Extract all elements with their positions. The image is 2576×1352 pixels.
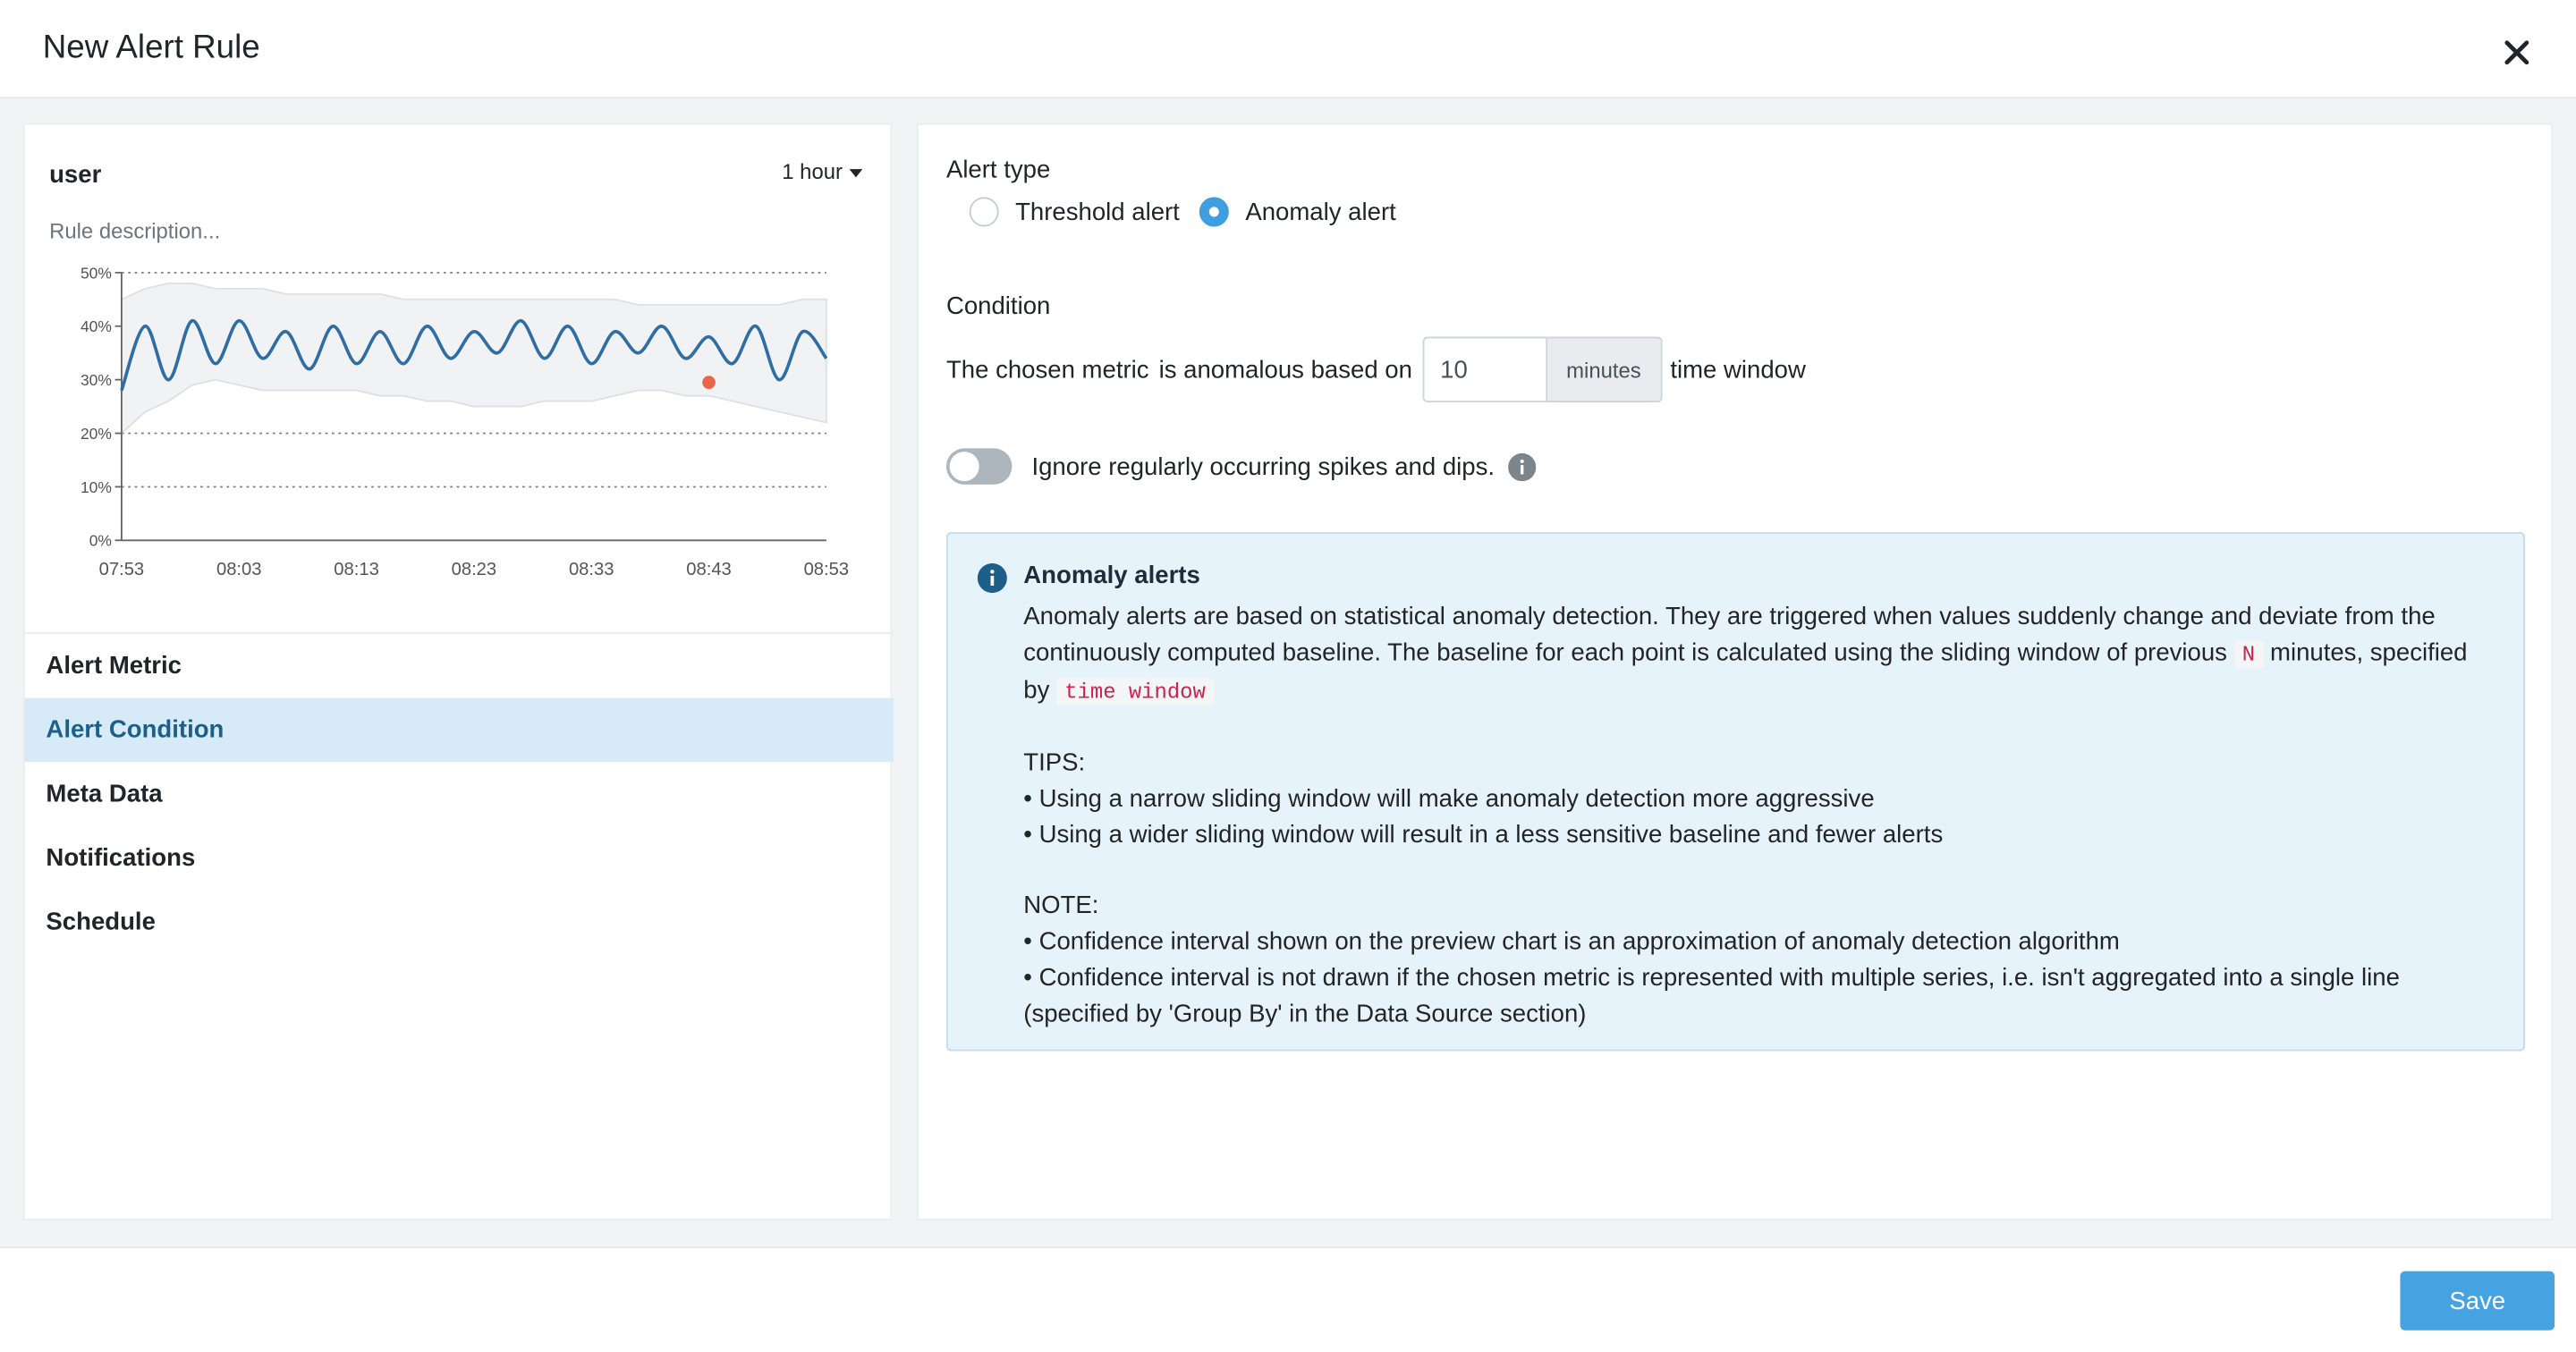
info-circle-icon (977, 562, 1007, 594)
tip-item: • Using a wider sliding window will resu… (1023, 820, 1944, 849)
time-range-label: 1 hour (782, 159, 843, 184)
time-window-unit: minutes (1546, 336, 1663, 402)
code-time-window: time window (1056, 677, 1215, 706)
threshold-alert-label[interactable]: Threshold alert (1015, 198, 1180, 225)
condition-prefix: The chosen metric (945, 355, 1149, 384)
time-window-input[interactable] (1421, 336, 1547, 402)
x-tick-label: 08:03 (216, 560, 262, 579)
ignore-spikes-toggle[interactable] (945, 448, 1013, 485)
info-text-part: Anomaly alerts are based on statistical … (1023, 603, 2436, 667)
y-tick-label: 50% (80, 264, 112, 282)
alert-type-group: Threshold alert Anomaly alert (969, 197, 1416, 227)
y-tick-label: 40% (80, 317, 112, 335)
anomaly-alert-label[interactable]: Anomaly alert (1245, 198, 1395, 225)
x-tick-label: 08:23 (452, 560, 497, 579)
info-paragraph: Anomaly alerts are based on statistical … (1023, 599, 2498, 710)
confidence-band (120, 282, 827, 435)
ignore-spikes-label: Ignore regularly occurring spikes and di… (1031, 452, 1496, 481)
nav-schedule[interactable]: Schedule (25, 890, 894, 954)
modal-header: New Alert Rule (0, 0, 2576, 99)
note-item: • Confidence interval is not drawn if th… (1023, 964, 2400, 1028)
save-button[interactable]: Save (2400, 1271, 2555, 1331)
x-tick-label: 08:43 (686, 560, 732, 579)
x-tick-label: 08:13 (334, 560, 379, 579)
y-tick-label: 20% (80, 425, 112, 443)
settings-panel: Alert type Threshold alert Anomaly alert… (916, 123, 2554, 1221)
rule-section-nav: Alert Metric Alert Condition Meta Data N… (24, 632, 894, 954)
condition-row: The chosen metric is anomalous based on … (946, 335, 1806, 404)
preview-panel: user 1 hour Rule description... 0% 10% 20%… (22, 123, 894, 1221)
tips-title: TIPS: (1023, 748, 1086, 778)
tip-item: • Using a narrow sliding window will mak… (1023, 784, 1875, 814)
caret-down-icon (849, 169, 863, 178)
condition-suffix: time window (1670, 355, 1806, 384)
close-icon[interactable] (2494, 30, 2539, 75)
metric-name: user (49, 160, 102, 190)
nav-alert-condition[interactable]: Alert Condition (24, 697, 894, 763)
note-title: NOTE: (1023, 892, 1099, 921)
nav-alert-metric[interactable]: Alert Metric (25, 634, 894, 698)
time-range-dropdown[interactable]: 1 hour (782, 159, 863, 184)
code-n: N (2233, 639, 2264, 669)
anomaly-alert-radio[interactable] (1199, 197, 1229, 227)
alert-rule-modal: New Alert Rule user 1 hour Rule descript… (0, 0, 2576, 1348)
ignore-spikes-row: Ignore regularly occurring spikes and di… (945, 448, 1536, 485)
condition-label: Condition (945, 292, 1051, 321)
modal-title: New Alert Rule (42, 30, 260, 66)
modal-body: user 1 hour Rule description... 0% 10% 20%… (0, 98, 2576, 1248)
y-tick-label: 30% (80, 371, 112, 389)
info-icon[interactable] (1507, 452, 1536, 481)
x-tick-label: 07:53 (99, 560, 145, 579)
x-tick-label: 08:33 (569, 560, 614, 579)
note-item: • Confidence interval shown on the previ… (1023, 928, 2120, 957)
info-text: Anomaly alerts are based on statistical … (1023, 599, 2498, 1032)
alert-type-label: Alert type (945, 156, 1051, 184)
threshold-alert-radio[interactable] (969, 197, 999, 227)
y-tick-label: 10% (80, 478, 112, 496)
nav-meta-data[interactable]: Meta Data (25, 762, 894, 826)
y-tick-label: 0% (89, 532, 112, 550)
preview-chart: 0% 10% 20% 30% 40% 50% 07:53 08:03 08:13 08:23 08… (80, 264, 850, 579)
info-title: Anomaly alerts (1023, 562, 1200, 590)
x-tick-label: 08:53 (804, 560, 850, 579)
anomaly-info-box: Anomaly alerts Anomaly alerts are based … (945, 532, 2526, 1052)
anomaly-point (702, 376, 716, 389)
nav-notifications[interactable]: Notifications (25, 826, 894, 891)
condition-middle: is anomalous based on (1158, 355, 1412, 384)
rule-description[interactable]: Rule description... (49, 218, 220, 243)
